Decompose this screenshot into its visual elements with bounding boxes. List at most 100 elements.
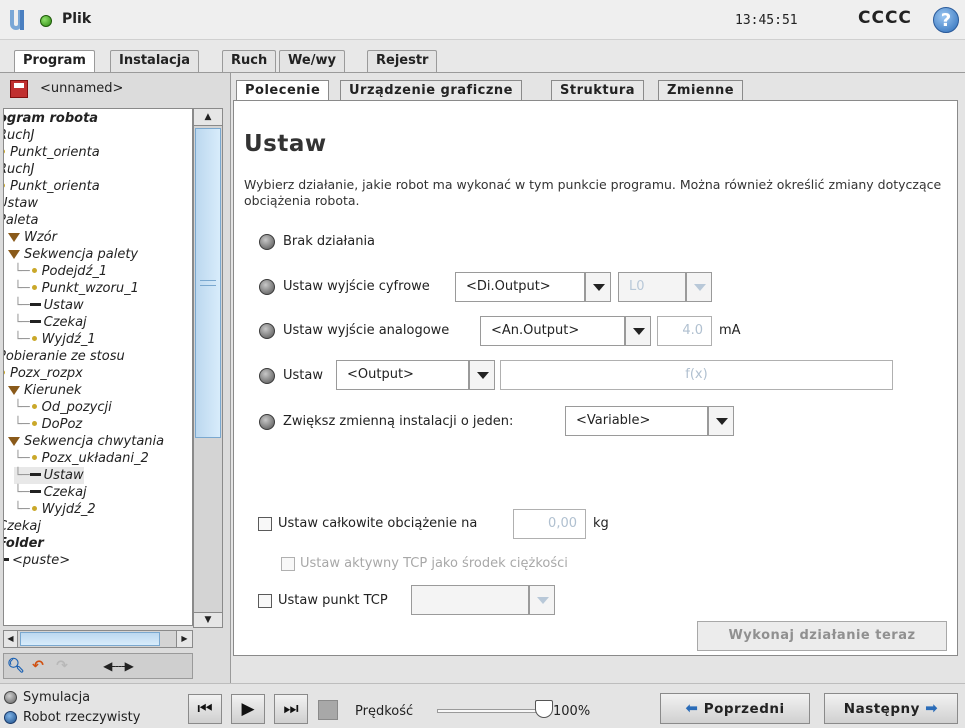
top-bar [0,0,965,40]
redo-icon[interactable]: ↷ [52,656,72,676]
tree-item[interactable]: Sekwencja chwytania [8,433,164,450]
chevron-down-icon[interactable] [469,360,495,390]
tree-item[interactable]: RuchJ [4,161,35,178]
tcp-checkbox[interactable] [258,594,272,608]
payload-checkbox[interactable] [258,517,272,531]
tree-item[interactable]: Wzór [8,229,57,246]
analog-value-input[interactable]: 4.0 [657,316,712,346]
search-icon[interactable]: 🔍︎ [6,656,26,676]
tree-item[interactable]: Sekwencja palety [8,246,138,263]
tree-item-label: <puste> [12,553,71,568]
tree-item[interactable]: └─ Ustaw [14,467,84,484]
tab-log[interactable]: Rejestr [367,50,438,72]
step-button[interactable]: ⏭ [274,694,308,724]
chevron-down-icon[interactable] [686,272,712,302]
chevron-down-icon[interactable] [625,316,651,346]
tree-item[interactable]: └─ Podejdź_1 [14,263,107,280]
tab-variables[interactable]: Zmienne [658,80,744,100]
tree-item-label: Kierunek [24,383,82,398]
expression-input[interactable]: f(x) [500,360,893,390]
tree-item-label: ogram robota [3,111,99,126]
program-name: <unnamed> [40,81,124,96]
execute-now-button[interactable]: Wykonaj działanie teraz [697,621,947,651]
tree-item[interactable]: Pozx_rozpx [4,365,83,382]
tab-installation[interactable]: Instalacja [110,50,199,72]
tree-item[interactable]: └─ Od_pozycji [14,399,112,416]
tree-item[interactable]: Punkt_orienta [4,144,100,161]
file-menu[interactable]: Plik [62,11,91,27]
stop-button[interactable] [318,700,338,720]
tree-item[interactable]: └─ Punkt_wzoru_1 [14,280,139,297]
radio-digital-output[interactable] [259,279,275,295]
radio-set-output[interactable] [259,368,275,384]
output-select[interactable]: <Output> [336,360,469,390]
tree-item[interactable]: RuchJ [4,127,35,144]
tab-structure[interactable]: Struktura [551,80,645,100]
tab-move[interactable]: Ruch [222,50,277,72]
expand-triangle-icon [8,386,20,395]
radio-real-robot-icon[interactable] [4,711,17,724]
waypoint-icon [31,336,37,341]
tree-item[interactable]: <puste> [4,552,71,569]
analog-output-select[interactable]: <An.Output> [480,316,625,346]
tab-program[interactable]: Program [14,50,95,73]
tree-connector: └─ [14,451,30,466]
program-tree[interactable]: ogram robota RuchJ Punkt_orienta RuchJ Punkt… [3,108,193,626]
chevron-down-icon[interactable] [529,585,555,615]
mode-simulation[interactable]: Symulacja [4,690,90,705]
tab-command[interactable]: Polecenie [236,80,330,101]
play-button[interactable]: ▶ [231,694,265,724]
tree-item[interactable]: Paleta [4,212,38,229]
tcp-cog-label: Ustaw aktywny TCP jako środek ciężkości [300,556,568,571]
tree-item[interactable]: └─ Ustaw [14,297,84,314]
set-node-icon [29,489,41,493]
speed-slider[interactable] [437,709,547,713]
tree-item[interactable]: Czekaj [4,518,41,535]
tree-item[interactable]: └─ DoPoz [14,416,82,433]
tree-item[interactable]: └─ Wyjdź_2 [14,501,96,518]
chevron-down-icon[interactable] [708,406,734,436]
tree-item-label: Punkt_orienta [10,179,100,194]
scroll-up-arrow-icon[interactable]: ▲ [193,108,223,126]
scroll-down-arrow-icon[interactable]: ▼ [193,612,223,628]
tab-io[interactable]: We/wy [279,50,345,72]
tree-item[interactable]: └─ Czekaj [14,314,87,331]
waypoint-icon [31,268,37,273]
tree-item[interactable]: └─ Pozx_układani_2 [14,450,149,467]
mode-real-robot[interactable]: Robot rzeczywisty [4,710,140,725]
tree-item[interactable]: ogram robota [3,110,99,127]
tree-item-label: Pobieranie ze stosu [3,349,125,364]
save-icon[interactable] [10,80,28,98]
radio-simulation-icon[interactable] [4,691,17,704]
tree-item[interactable]: Folder [4,535,44,552]
scroll-right-arrow-icon[interactable]: ▶ [176,631,192,647]
move-arrows-icon[interactable]: ◀----▶ [78,656,158,676]
rewind-button[interactable]: ⏮ [188,694,222,724]
undo-icon[interactable]: ↶ [28,656,48,676]
tree-item[interactable]: Pobieranie ze stosu [3,348,125,365]
tree-item[interactable]: Kierunek [8,382,81,399]
variable-select[interactable]: <Variable> [565,406,708,436]
chevron-down-icon[interactable] [585,272,611,302]
radio-analog-output[interactable] [259,323,275,339]
help-icon[interactable]: ? [933,7,959,33]
tree-item[interactable]: Punkt_orienta [4,178,100,195]
tab-graphics[interactable]: Urządzenie graficzne [340,80,522,100]
digital-output-select[interactable]: <Di.Output> [455,272,585,302]
radio-increment-variable[interactable] [259,414,275,430]
previous-button[interactable]: ⬅ Poprzedni [660,693,810,724]
tcp-cog-checkbox[interactable] [281,557,295,571]
tree-item[interactable]: Ustaw [4,195,38,212]
tree-item[interactable]: └─ Czekaj [14,484,87,501]
horizontal-scroll-thumb[interactable] [20,632,160,646]
next-button[interactable]: Następny ➡ [824,693,958,724]
scroll-left-arrow-icon[interactable]: ◀ [4,631,18,647]
set-node-icon [4,557,9,561]
digital-value-select[interactable]: L0 [618,272,686,302]
tcp-select[interactable] [411,585,529,615]
expand-triangle-icon [8,437,20,446]
payload-input[interactable]: 0,00 [513,509,586,539]
tree-item[interactable]: └─ Wyjdź_1 [14,331,96,348]
speed-slider-thumb[interactable] [535,700,553,718]
radio-no-action[interactable] [259,234,275,250]
